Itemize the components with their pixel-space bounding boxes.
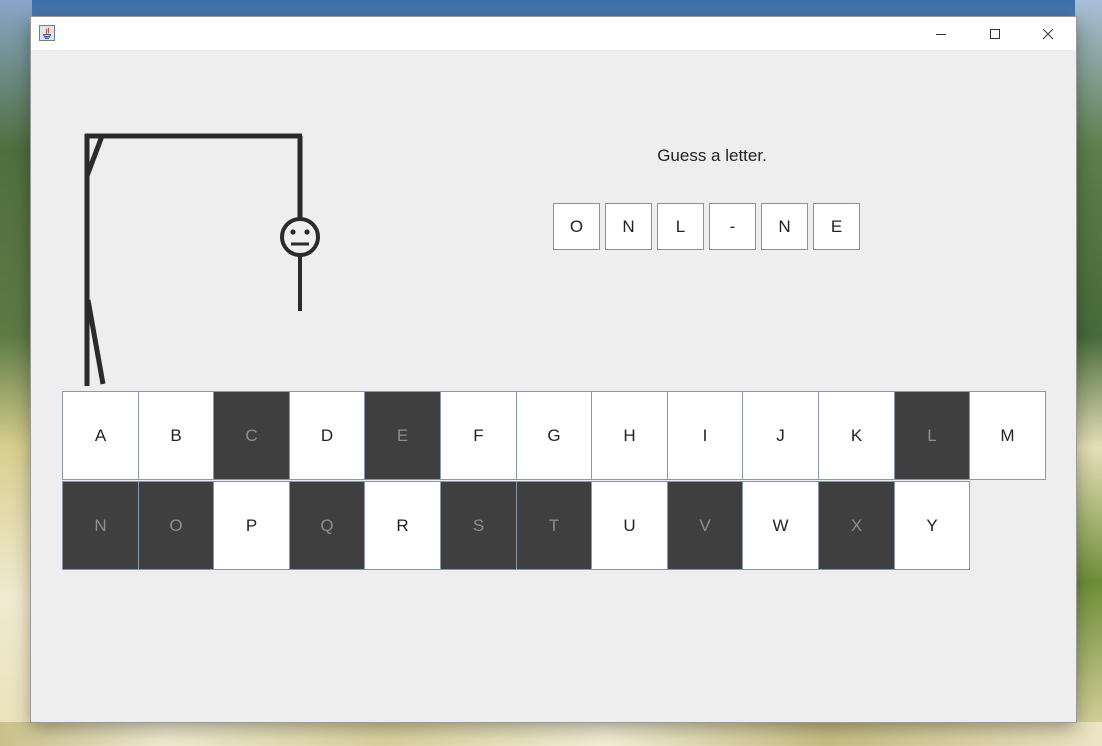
letter-key-s[interactable]: S: [440, 481, 517, 570]
letter-key-j[interactable]: J: [742, 391, 819, 480]
desktop-background-right: [1075, 0, 1102, 746]
letter-key-r[interactable]: R: [364, 481, 441, 570]
letter-key-t[interactable]: T: [516, 481, 592, 570]
word-letter-cell: -: [709, 203, 756, 250]
letter-key-n[interactable]: N: [62, 481, 139, 570]
letter-key-e[interactable]: E: [364, 391, 441, 480]
close-button[interactable]: [1025, 17, 1071, 50]
letter-key-k[interactable]: K: [818, 391, 895, 480]
letter-key-x[interactable]: X: [818, 481, 895, 570]
game-panel: Guess a letter. O N L - N E ABCDEFGHIJKL…: [31, 50, 1076, 722]
letter-key-v[interactable]: V: [667, 481, 743, 570]
word-letter-cell: N: [605, 203, 652, 250]
letter-key-u[interactable]: U: [591, 481, 668, 570]
maximize-icon: [990, 28, 1000, 39]
letter-key-b[interactable]: B: [138, 391, 214, 480]
hangman-window: Guess a letter. O N L - N E ABCDEFGHIJKL…: [31, 17, 1076, 722]
desktop-background-left: [0, 0, 32, 746]
letter-key-m[interactable]: M: [969, 391, 1046, 480]
letter-key-d[interactable]: D: [289, 391, 365, 480]
title-bar[interactable]: [31, 17, 1076, 50]
status-message: Guess a letter.: [657, 146, 767, 165]
letter-key-g[interactable]: G: [516, 391, 592, 480]
letter-key-w[interactable]: W: [742, 481, 819, 570]
gallows-base-strut: [85, 299, 106, 385]
letter-key-q[interactable]: Q: [289, 481, 365, 570]
maximize-button[interactable]: [972, 17, 1018, 50]
hangman-drawing: [84, 133, 320, 386]
java-app-icon: [39, 25, 55, 41]
word-display: O N L - N E: [553, 203, 860, 250]
letter-key-f[interactable]: F: [440, 391, 517, 480]
letter-key-a[interactable]: A: [62, 391, 139, 480]
letter-key-c[interactable]: C: [213, 391, 290, 480]
hangman-head: [280, 217, 320, 257]
word-letter-cell: L: [657, 203, 704, 250]
letter-key-l[interactable]: L: [894, 391, 970, 480]
word-letter-cell: E: [813, 203, 860, 250]
desktop-background-bottom: [0, 722, 1102, 746]
letter-key-y[interactable]: Y: [894, 481, 970, 570]
letter-key-o[interactable]: O: [138, 481, 214, 570]
letter-key-i[interactable]: I: [667, 391, 743, 480]
minimize-icon: [936, 33, 946, 35]
letter-key-h[interactable]: H: [591, 391, 668, 480]
letter-key-p[interactable]: P: [213, 481, 290, 570]
word-letter-cell: N: [761, 203, 808, 250]
word-letter-cell: O: [553, 203, 600, 250]
minimize-button[interactable]: [918, 17, 964, 50]
close-icon: [1042, 28, 1054, 39]
